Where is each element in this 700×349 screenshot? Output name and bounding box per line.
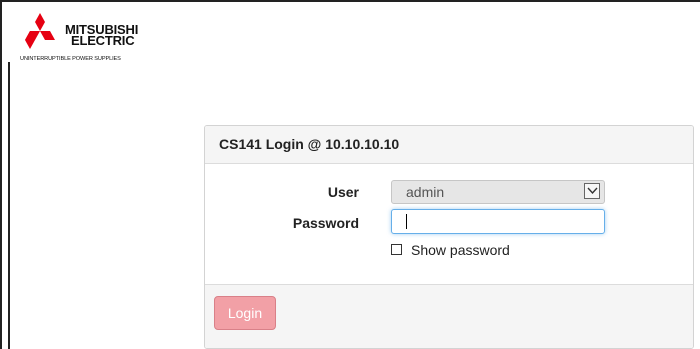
user-select-value: admin (406, 184, 445, 200)
user-label: User (327, 184, 359, 200)
window-frame-left (0, 0, 2, 349)
user-select[interactable]: admin (391, 180, 605, 204)
show-password-label[interactable]: Show password (411, 242, 510, 258)
text-caret (406, 214, 407, 229)
password-label: Password (292, 215, 359, 231)
login-button[interactable]: Login (214, 296, 276, 330)
login-panel: CS141 Login @ 10.10.10.10 User admin Pas… (204, 125, 694, 349)
login-title: CS141 Login @ 10.10.10.10 (205, 126, 693, 164)
brand-logo: MITSUBISHI ELECTRIC UNINTERRUPTIBLE POWE… (20, 13, 182, 68)
chevron-down-icon[interactable] (584, 183, 600, 199)
show-password-checkbox[interactable] (391, 244, 402, 255)
content-frame-left (8, 62, 10, 349)
password-input[interactable] (391, 209, 605, 234)
login-panel-footer: Login (205, 284, 693, 348)
brand-name-line2: ELECTRIC (71, 33, 135, 48)
window-frame-top (0, 0, 700, 2)
brand-tagline: UNINTERRUPTIBLE POWER SUPPLIES (20, 56, 121, 62)
three-diamonds-icon (25, 13, 55, 49)
